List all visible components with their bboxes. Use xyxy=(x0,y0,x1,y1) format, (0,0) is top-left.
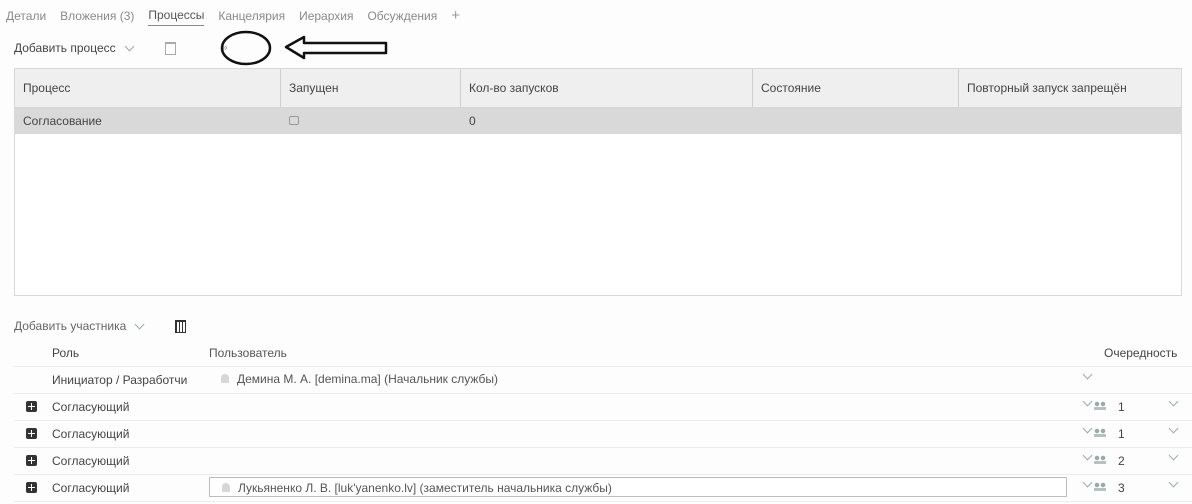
chevron-down-icon[interactable] xyxy=(1168,450,1179,461)
user-field[interactable] xyxy=(209,423,1067,443)
order-value[interactable]: 1 xyxy=(1118,427,1125,441)
process-name-cell: Согласование xyxy=(23,114,102,128)
table-row[interactable]: Инициатор / Разработчи Демина М. А. [dem… xyxy=(14,366,1192,393)
process-grid: Процесс Запущен Кол-во запусков Состояни… xyxy=(14,68,1182,296)
column-header-run-count[interactable]: Кол-во запусков xyxy=(461,69,753,107)
restart-forbidden-cell xyxy=(959,108,1181,134)
column-header-role[interactable]: Роль xyxy=(52,346,79,360)
tab-discussions[interactable]: Обсуждения xyxy=(367,9,437,26)
process-grid-header: Процесс Запущен Кол-во запусков Состояни… xyxy=(15,69,1181,108)
column-header-process[interactable]: Процесс xyxy=(15,69,281,107)
add-substitute-icon[interactable] xyxy=(26,401,37,412)
order-value[interactable]: 2 xyxy=(1118,454,1125,468)
chevron-down-icon[interactable] xyxy=(1168,396,1179,407)
user-icon xyxy=(221,374,229,383)
column-header-started[interactable]: Запущен xyxy=(281,69,461,107)
column-header-order[interactable]: Очередность xyxy=(1104,346,1177,360)
chevron-down-icon[interactable] xyxy=(1082,477,1093,488)
add-substitute-icon[interactable] xyxy=(26,428,37,439)
state-cell xyxy=(753,108,959,134)
tab-attachments[interactable]: Вложения (3) xyxy=(60,9,134,26)
add-substitute-icon[interactable] xyxy=(26,482,37,493)
order-value[interactable]: 3 xyxy=(1118,481,1125,495)
column-header-restart-forbidden[interactable]: Повторный запуск запрещён xyxy=(959,69,1181,107)
run-count-cell: 0 xyxy=(469,114,476,128)
table-row[interactable]: Согласующий 1 xyxy=(14,393,1192,420)
chevron-down-icon[interactable] xyxy=(1082,396,1093,407)
started-cell xyxy=(281,108,461,134)
chevron-down-icon[interactable] xyxy=(1168,477,1179,488)
tab-processes[interactable]: Процессы xyxy=(148,8,205,26)
group-icon[interactable] xyxy=(1094,428,1106,437)
role-cell: Инициатор / Разработчи xyxy=(52,373,188,387)
chevron-down-icon[interactable] xyxy=(1168,423,1179,434)
process-toolbar: Добавить процесс » xyxy=(14,38,228,58)
role-cell: Согласующий xyxy=(52,454,130,468)
table-row[interactable]: Согласующий 1 xyxy=(14,420,1192,447)
order-value[interactable]: 1 xyxy=(1118,400,1125,414)
participants-toolbar: Добавить участника xyxy=(14,316,187,336)
chevron-down-icon[interactable] xyxy=(1082,450,1093,461)
more-actions-button[interactable]: » xyxy=(222,42,228,54)
add-substitute-icon[interactable] xyxy=(26,455,37,466)
user-value: Лукьяненко Л. В. [luk'yanenko.lv] (замес… xyxy=(238,481,612,495)
user-field[interactable]: Лукьяненко Л. В. [luk'yanenko.lv] (замес… xyxy=(209,477,1067,497)
table-row[interactable]: Согласующий 2 xyxy=(14,447,1192,474)
participants-grid-header: Роль Пользователь Очередность xyxy=(14,340,1192,366)
user-icon xyxy=(222,483,230,492)
group-icon[interactable] xyxy=(1094,455,1106,464)
role-cell: Согласующий xyxy=(52,481,130,495)
user-field[interactable] xyxy=(209,396,1067,416)
tab-hierarchy[interactable]: Иерархия xyxy=(299,9,353,26)
tab-chancellery[interactable]: Канцелярия xyxy=(218,9,285,26)
chevron-down-icon[interactable] xyxy=(1082,369,1093,380)
add-tab-button[interactable]: + xyxy=(451,8,460,25)
started-checkbox[interactable] xyxy=(289,116,299,125)
delete-process-icon[interactable] xyxy=(164,41,176,55)
role-cell: Согласующий xyxy=(52,400,130,414)
chevron-down-icon[interactable] xyxy=(124,41,135,52)
table-row[interactable]: Согласующий Лукьяненко Л. В. [luk'yanenk… xyxy=(14,474,1192,502)
group-icon[interactable] xyxy=(1094,401,1106,410)
tab-bar: Детали Вложения (3) Процессы Канцелярия … xyxy=(6,6,474,28)
chevron-down-icon[interactable] xyxy=(134,319,145,330)
chevron-down-icon[interactable] xyxy=(1082,423,1093,434)
user-field[interactable]: Демина М. А. [demina.ma] (Начальник служ… xyxy=(209,369,1067,389)
column-header-user[interactable]: Пользователь xyxy=(209,346,287,360)
participants-grid: Роль Пользователь Очередность Инициатор … xyxy=(14,340,1192,502)
add-participant-dropdown[interactable]: Добавить участника xyxy=(14,319,126,333)
user-value: Демина М. А. [demina.ma] (Начальник служ… xyxy=(237,372,499,386)
tab-details[interactable]: Детали xyxy=(6,9,46,26)
add-process-dropdown[interactable]: Добавить процесс xyxy=(14,41,116,55)
user-field[interactable] xyxy=(209,450,1067,470)
delete-participant-icon[interactable] xyxy=(175,319,187,333)
role-cell: Согласующий xyxy=(52,427,130,441)
column-header-state[interactable]: Состояние xyxy=(753,69,959,107)
table-row[interactable]: Согласование 0 xyxy=(15,108,1181,134)
group-icon[interactable] xyxy=(1094,482,1106,491)
